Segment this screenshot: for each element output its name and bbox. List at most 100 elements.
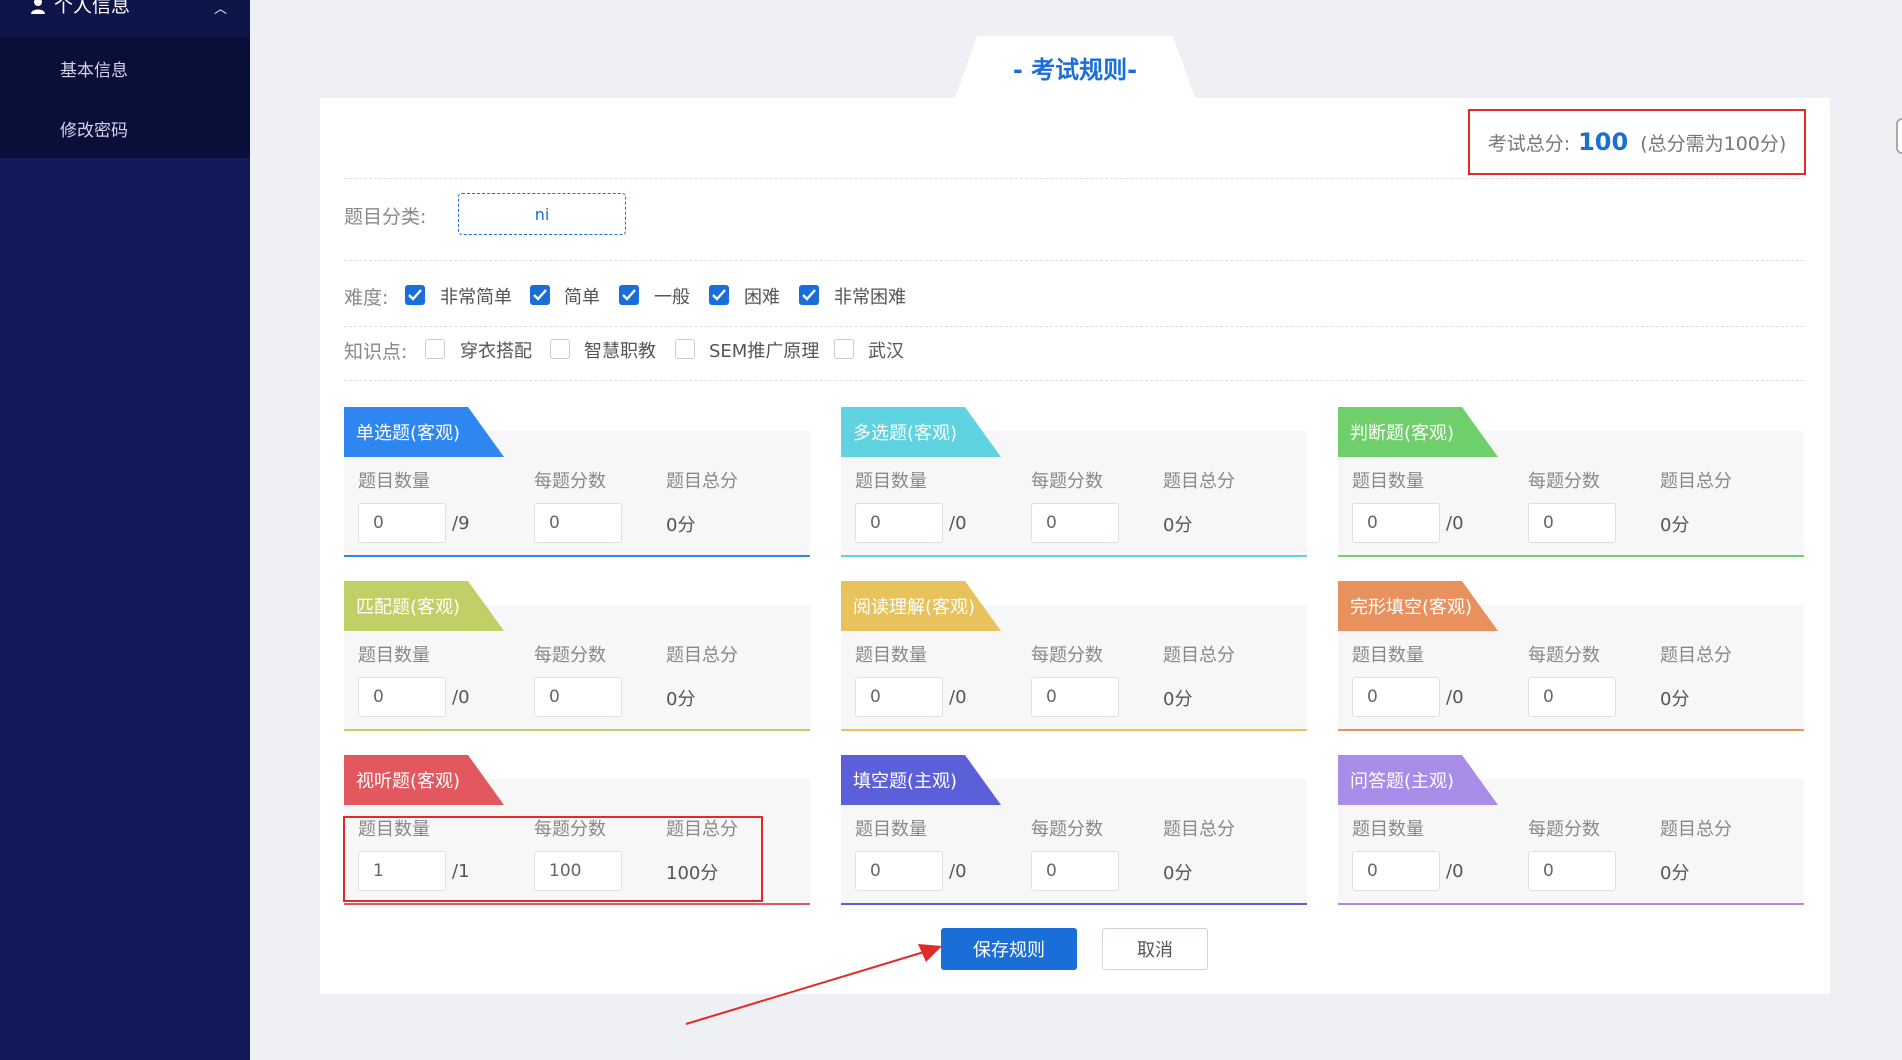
question-count-label: 题目数量 (358, 471, 430, 492)
question-count-label: 题目数量 (1352, 471, 1424, 492)
user-icon (31, 0, 45, 14)
question-total-value: 0分 (1163, 515, 1193, 536)
question-count-label: 题目数量 (855, 645, 927, 666)
per-question-score-input[interactable]: 0 (1528, 677, 1616, 717)
question-total-value: 0分 (1660, 515, 1690, 536)
question-count-label: 题目数量 (1352, 819, 1424, 840)
card-bottom-line (344, 555, 810, 557)
difficulty-label-easy: 简单 (564, 287, 600, 308)
question-count-input[interactable]: 0 (1352, 677, 1440, 717)
question-total-label: 题目总分 (666, 471, 738, 492)
available-count: /0 (452, 687, 470, 708)
per-question-score-input[interactable]: 0 (1528, 503, 1616, 543)
per-question-score-label: 每题分数 (1031, 819, 1103, 840)
difficulty-label-normal: 一般 (654, 287, 690, 308)
difficulty-checkbox-very-easy[interactable] (405, 285, 425, 305)
cancel-button[interactable]: 取消 (1102, 928, 1208, 970)
difficulty-checkbox-hard[interactable] (709, 285, 729, 305)
difficulty-checkbox-very-hard[interactable] (799, 285, 819, 305)
exam-total-score: 考试总分: 100 (总分需为100分) (1468, 109, 1806, 175)
knowledge-option-4: 武汉 (868, 341, 904, 362)
divider (344, 326, 1804, 327)
per-question-score-input[interactable]: 0 (534, 503, 622, 543)
card-bottom-line (1338, 729, 1804, 731)
red-arrow-annotation (685, 944, 942, 1025)
knowledge-option-2: 智慧职教 (584, 341, 656, 362)
per-question-score-label: 每题分数 (1031, 471, 1103, 492)
scroll-handle[interactable] (1896, 118, 1902, 154)
highlight-box (343, 816, 763, 902)
knowledge-checkbox-3[interactable] (675, 339, 695, 359)
card-bottom-line (1338, 555, 1804, 557)
question-count-input[interactable]: 0 (1352, 851, 1440, 891)
card-bottom-line (1338, 903, 1804, 905)
knowledge-option-1: 穿衣搭配 (460, 341, 532, 362)
total-score-label: 考试总分: (1487, 132, 1571, 155)
per-question-score-label: 每题分数 (534, 471, 606, 492)
question-total-label: 题目总分 (1163, 819, 1235, 840)
question-count-label: 题目数量 (358, 645, 430, 666)
save-rules-button[interactable]: 保存规则 (941, 928, 1077, 970)
card-title: 匹配题(客观) (356, 597, 461, 618)
available-count: /0 (1446, 513, 1464, 534)
card-title: 多选题(客观) (853, 423, 958, 444)
card-title: 单选题(客观) (356, 423, 461, 444)
page-title: - 考试规则- (1012, 55, 1138, 84)
question-count-input[interactable]: 0 (855, 677, 943, 717)
available-count: /0 (1446, 687, 1464, 708)
per-question-score-input[interactable]: 0 (1031, 851, 1119, 891)
sidebar-item-basic-info[interactable]: 基本信息 (60, 56, 128, 81)
per-question-score-label: 每题分数 (1031, 645, 1103, 666)
available-count: /0 (949, 861, 967, 882)
divider (344, 178, 1804, 179)
question-total-value: 0分 (1163, 689, 1193, 710)
card-title: 阅读理解(客观) (853, 597, 976, 618)
card-title: 填空题(主观) (853, 771, 958, 792)
difficulty-checkbox-normal[interactable] (619, 285, 639, 305)
question-total-value: 0分 (666, 515, 696, 536)
card-title: 问答题(主观) (1350, 771, 1455, 792)
card-bottom-line (841, 903, 1307, 905)
knowledge-checkbox-1[interactable] (425, 339, 445, 359)
question-count-label: 题目数量 (855, 819, 927, 840)
per-question-score-input[interactable]: 0 (1031, 677, 1119, 717)
per-question-score-label: 每题分数 (534, 645, 606, 666)
question-count-input[interactable]: 0 (1352, 503, 1440, 543)
knowledge-checkbox-2[interactable] (550, 339, 570, 359)
total-score-value: 100 (1578, 128, 1629, 156)
total-score-note: (总分需为100分) (1640, 132, 1787, 155)
per-question-score-label: 每题分数 (1528, 645, 1600, 666)
knowledge-checkbox-4[interactable] (834, 339, 854, 359)
question-total-value: 0分 (1660, 689, 1690, 710)
difficulty-label-very-easy: 非常简单 (440, 287, 512, 308)
card-title: 判断题(客观) (1350, 423, 1455, 444)
per-question-score-input[interactable]: 0 (1528, 851, 1616, 891)
question-total-label: 题目总分 (1660, 471, 1732, 492)
difficulty-label-very-hard: 非常困难 (834, 287, 906, 308)
difficulty-label: 难度: (344, 287, 389, 309)
question-count-label: 题目数量 (855, 471, 927, 492)
question-count-input[interactable]: 0 (855, 503, 943, 543)
chevron-up-icon[interactable]: ︿ (214, 0, 227, 17)
per-question-score-label: 每题分数 (1528, 471, 1600, 492)
difficulty-label-hard: 困难 (744, 287, 780, 308)
per-question-score-input[interactable]: 0 (534, 677, 622, 717)
difficulty-checkbox-easy[interactable] (530, 285, 550, 305)
question-total-value: 0分 (1163, 863, 1193, 884)
question-count-input[interactable]: 0 (358, 503, 446, 543)
question-total-label: 题目总分 (1660, 645, 1732, 666)
sidebar-item-change-password[interactable]: 修改密码 (60, 116, 128, 141)
question-count-input[interactable]: 0 (358, 677, 446, 717)
per-question-score-label: 每题分数 (1528, 819, 1600, 840)
per-question-score-input[interactable]: 0 (1031, 503, 1119, 543)
card-title: 视听题(客观) (356, 771, 461, 792)
knowledge-label: 知识点: (344, 341, 408, 363)
question-count-input[interactable]: 0 (855, 851, 943, 891)
question-total-label: 题目总分 (1660, 819, 1732, 840)
sidebar-submenu: 基本信息 修改密码 (0, 38, 250, 158)
sidebar-section-personal[interactable]: 个人信息 ︿ (0, 0, 250, 38)
category-select[interactable]: ni (458, 193, 626, 235)
question-total-label: 题目总分 (1163, 645, 1235, 666)
divider (344, 260, 1804, 261)
question-total-label: 题目总分 (666, 645, 738, 666)
